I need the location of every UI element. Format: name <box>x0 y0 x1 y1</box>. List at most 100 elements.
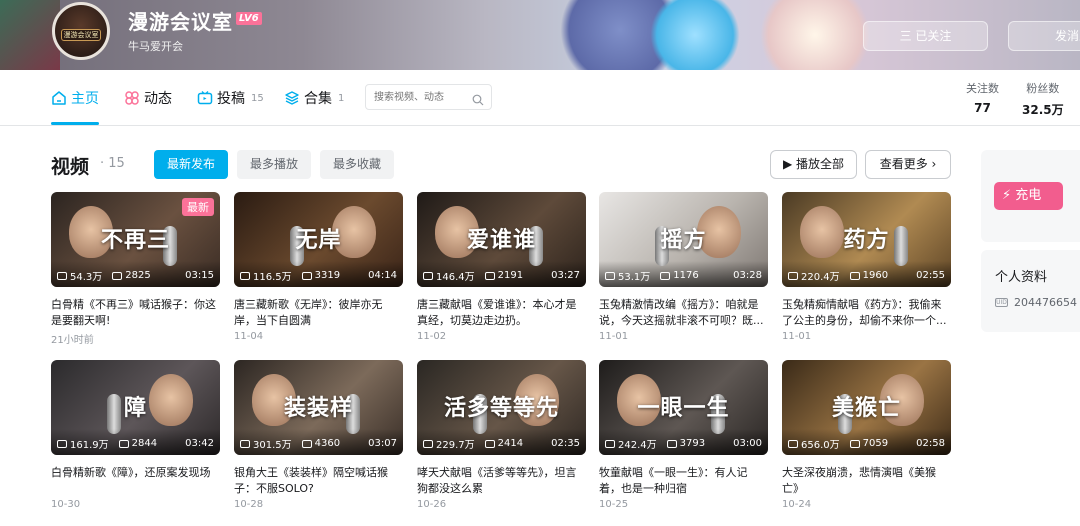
video-title[interactable]: 玉兔精痴情献唱《药方》：我偷来了公主的身份，却偷不来你一个... <box>782 297 951 329</box>
video-title[interactable]: 白骨精新歌《障》，还原案发现场 <box>51 465 220 497</box>
following-count: 77 <box>974 101 991 115</box>
video-date: 10-24 <box>782 499 812 510</box>
video-thumbnail[interactable]: 无岸 116.5万 3319 04:14 <box>234 192 403 287</box>
followed-button[interactable]: 三 已关注 <box>863 21 988 51</box>
profile-panel: 个人资料 UID 204476654 <box>981 250 1080 332</box>
video-duration: 03:27 <box>551 270 580 281</box>
video-date: 10-30 <box>51 499 81 510</box>
video-card[interactable]: 药方 220.4万 1960 02:55 玉兔精痴情献唱《药方》：我偷来了公主的身份，却… <box>782 192 951 342</box>
video-title[interactable]: 白骨精《不再三》喊话猴子：你这是要翻天啊! <box>51 297 220 329</box>
video-card[interactable]: 活多等等先 229.7万 2414 02:35 哮天犬献唱《活爹等等先》，坦言狗都没这么… <box>417 360 586 510</box>
video-duration: 03:00 <box>733 438 762 449</box>
play-count: 161.9万 <box>70 440 109 451</box>
video-title[interactable]: 玉兔精激情改编《摇方》：咱就是说，今天这摇就非滚不可呗？既... <box>599 297 768 329</box>
danmaku-count: 4360 <box>314 438 341 449</box>
play-count-icon <box>57 439 67 448</box>
video-thumbnail[interactable]: 障 161.9万 2844 03:42 <box>51 360 220 455</box>
avatar[interactable]: 漫游会议室 <box>52 2 110 60</box>
video-stats: 656.0万 7059 02:58 <box>788 436 945 451</box>
danmaku-stat: 1960 <box>849 270 888 281</box>
video-card[interactable]: 爱谁谁 146.4万 2191 03:27 唐三藏献唱《爱谁谁》：本心才是真经，切莫边走… <box>417 192 586 342</box>
video-thumbnail[interactable]: 不再三 最新 54.3万 2825 03:15 <box>51 192 220 287</box>
play-count: 116.5万 <box>253 272 292 283</box>
thumbnail-overlay-text: 障 <box>123 396 147 421</box>
danmaku-stat: 2414 <box>484 438 523 449</box>
video-duration: 03:42 <box>185 438 214 449</box>
video-duration: 03:15 <box>185 270 214 281</box>
play-count-icon <box>605 271 615 280</box>
danmaku-stat: 4360 <box>301 438 341 449</box>
search-input[interactable] <box>366 85 466 110</box>
video-thumbnail[interactable]: 摇方 53.1万 1176 03:28 <box>599 192 768 287</box>
danmaku-icon <box>118 439 129 448</box>
lightning-icon: ⚡ <box>1002 188 1012 203</box>
video-card[interactable]: 美猴亡 656.0万 7059 02:58 大圣深夜崩溃，悲情演唱《美猴亡》 10-24 <box>782 360 951 510</box>
video-duration: 02:35 <box>551 438 580 449</box>
thumbnail-overlay-text: 爱谁谁 <box>466 228 536 253</box>
sort-most-favorited[interactable]: 最多收藏 <box>320 150 394 179</box>
tab-collections-label: 合集 <box>304 91 332 107</box>
active-tab-indicator <box>51 122 99 125</box>
video-card[interactable]: 无岸 116.5万 3319 04:14 唐三藏新歌《无岸》：彼岸亦无岸，当下自圆满 11… <box>234 192 403 342</box>
tab-uploads[interactable]: 投稿 15 <box>197 88 264 108</box>
video-thumbnail[interactable]: 药方 220.4万 1960 02:55 <box>782 192 951 287</box>
video-thumbnail[interactable]: 活多等等先 229.7万 2414 02:35 <box>417 360 586 455</box>
video-date: 10-25 <box>599 499 629 510</box>
play-count: 242.4万 <box>618 440 657 451</box>
video-title[interactable]: 哮天犬献唱《活爹等等先》，坦言狗都没这么累 <box>417 465 586 497</box>
danmaku-count: 2191 <box>497 270 524 281</box>
following-stat[interactable]: 关注数 77 <box>966 80 999 115</box>
video-thumbnail[interactable]: 装装样 301.5万 4360 03:07 <box>234 360 403 455</box>
fans-stat[interactable]: 粉丝数 32.5万 <box>1022 80 1064 118</box>
home-icon <box>51 90 67 106</box>
username[interactable]: 漫游会议室 <box>128 6 233 35</box>
video-thumbnail[interactable]: 一眼一生 242.4万 3793 03:00 <box>599 360 768 455</box>
video-thumbnail[interactable]: 美猴亡 656.0万 7059 02:58 <box>782 360 951 455</box>
uid-value: 204476654 <box>1014 296 1077 309</box>
charge-button[interactable]: ⚡ 充电 <box>994 182 1063 210</box>
play-count: 54.3万 <box>70 272 103 283</box>
danmaku-icon <box>849 271 860 280</box>
danmaku-stat: 2191 <box>484 270 524 281</box>
video-card[interactable]: 摇方 53.1万 1176 03:28 玉兔精激情改编《摇方》：咱就是说，今天这摇就非滚… <box>599 192 768 342</box>
tab-dynamic[interactable]: 动态 <box>124 88 172 108</box>
tab-home-label: 主页 <box>71 91 99 107</box>
play-count-icon <box>423 271 433 280</box>
sort-most-played[interactable]: 最多播放 <box>237 150 311 179</box>
video-title[interactable]: 唐三藏新歌《无岸》：彼岸亦无岸，当下自圆满 <box>234 297 403 329</box>
play-count-icon <box>240 439 250 448</box>
danmaku-icon <box>666 439 677 448</box>
play-count: 220.4万 <box>801 272 840 283</box>
video-card[interactable]: 一眼一生 242.4万 3793 03:00 牧童献唱《一眼一生》：有人记着，也是一种归… <box>599 360 768 510</box>
video-title[interactable]: 唐三藏献唱《爱谁谁》：本心才是真经，切莫边走边扔。 <box>417 297 586 329</box>
view-more-button[interactable]: 查看更多 › <box>865 150 951 179</box>
video-title[interactable]: 牧童献唱《一眼一生》：有人记着，也是一种归宿 <box>599 465 768 497</box>
video-date: 10-28 <box>234 499 264 510</box>
danmaku-stat: 1176 <box>660 270 699 281</box>
play-count-icon <box>240 271 250 280</box>
tv-icon <box>197 90 213 106</box>
video-thumbnail[interactable]: 爱谁谁 146.4万 2191 03:27 <box>417 192 586 287</box>
play-count: 301.5万 <box>253 440 292 451</box>
video-duration: 04:14 <box>368 270 397 281</box>
video-card[interactable]: 障 161.9万 2844 03:42 白骨精新歌《障》，还原案发现场 10-30 <box>51 360 220 510</box>
danmaku-count: 1176 <box>673 270 699 281</box>
video-title[interactable]: 银角大王《装装样》隔空喊话猴子：不服SOLO? <box>234 465 403 497</box>
video-card[interactable]: 不再三 最新 54.3万 2825 03:15 白骨精《不再三》喊话猴子：你这是要翻天啊!… <box>51 192 220 346</box>
thumbnail-overlay-text: 装装样 <box>283 396 353 421</box>
play-all-button[interactable]: ▶ 播放全部 <box>770 150 857 179</box>
video-stats: 116.5万 3319 04:14 <box>240 268 397 283</box>
search-icon[interactable] <box>472 91 484 110</box>
danmaku-stat: 3319 <box>301 270 340 281</box>
tab-collections[interactable]: 合集 1 <box>284 88 344 108</box>
tab-home[interactable]: 主页 <box>51 88 99 108</box>
video-date: 21小时前 <box>51 335 94 346</box>
sort-latest[interactable]: 最新发布 <box>154 150 228 179</box>
banner-art-bunny <box>760 0 870 70</box>
thumbnail-overlay-text: 美猴亡 <box>831 396 901 421</box>
level-badge: LV6 <box>236 12 262 25</box>
message-button[interactable]: 发消息 <box>1008 21 1080 51</box>
video-title[interactable]: 大圣深夜崩溃，悲情演唱《美猴亡》 <box>782 465 951 497</box>
danmaku-icon <box>849 439 860 448</box>
video-card[interactable]: 装装样 301.5万 4360 03:07 银角大王《装装样》隔空喊话猴子：不服SOLO… <box>234 360 403 510</box>
